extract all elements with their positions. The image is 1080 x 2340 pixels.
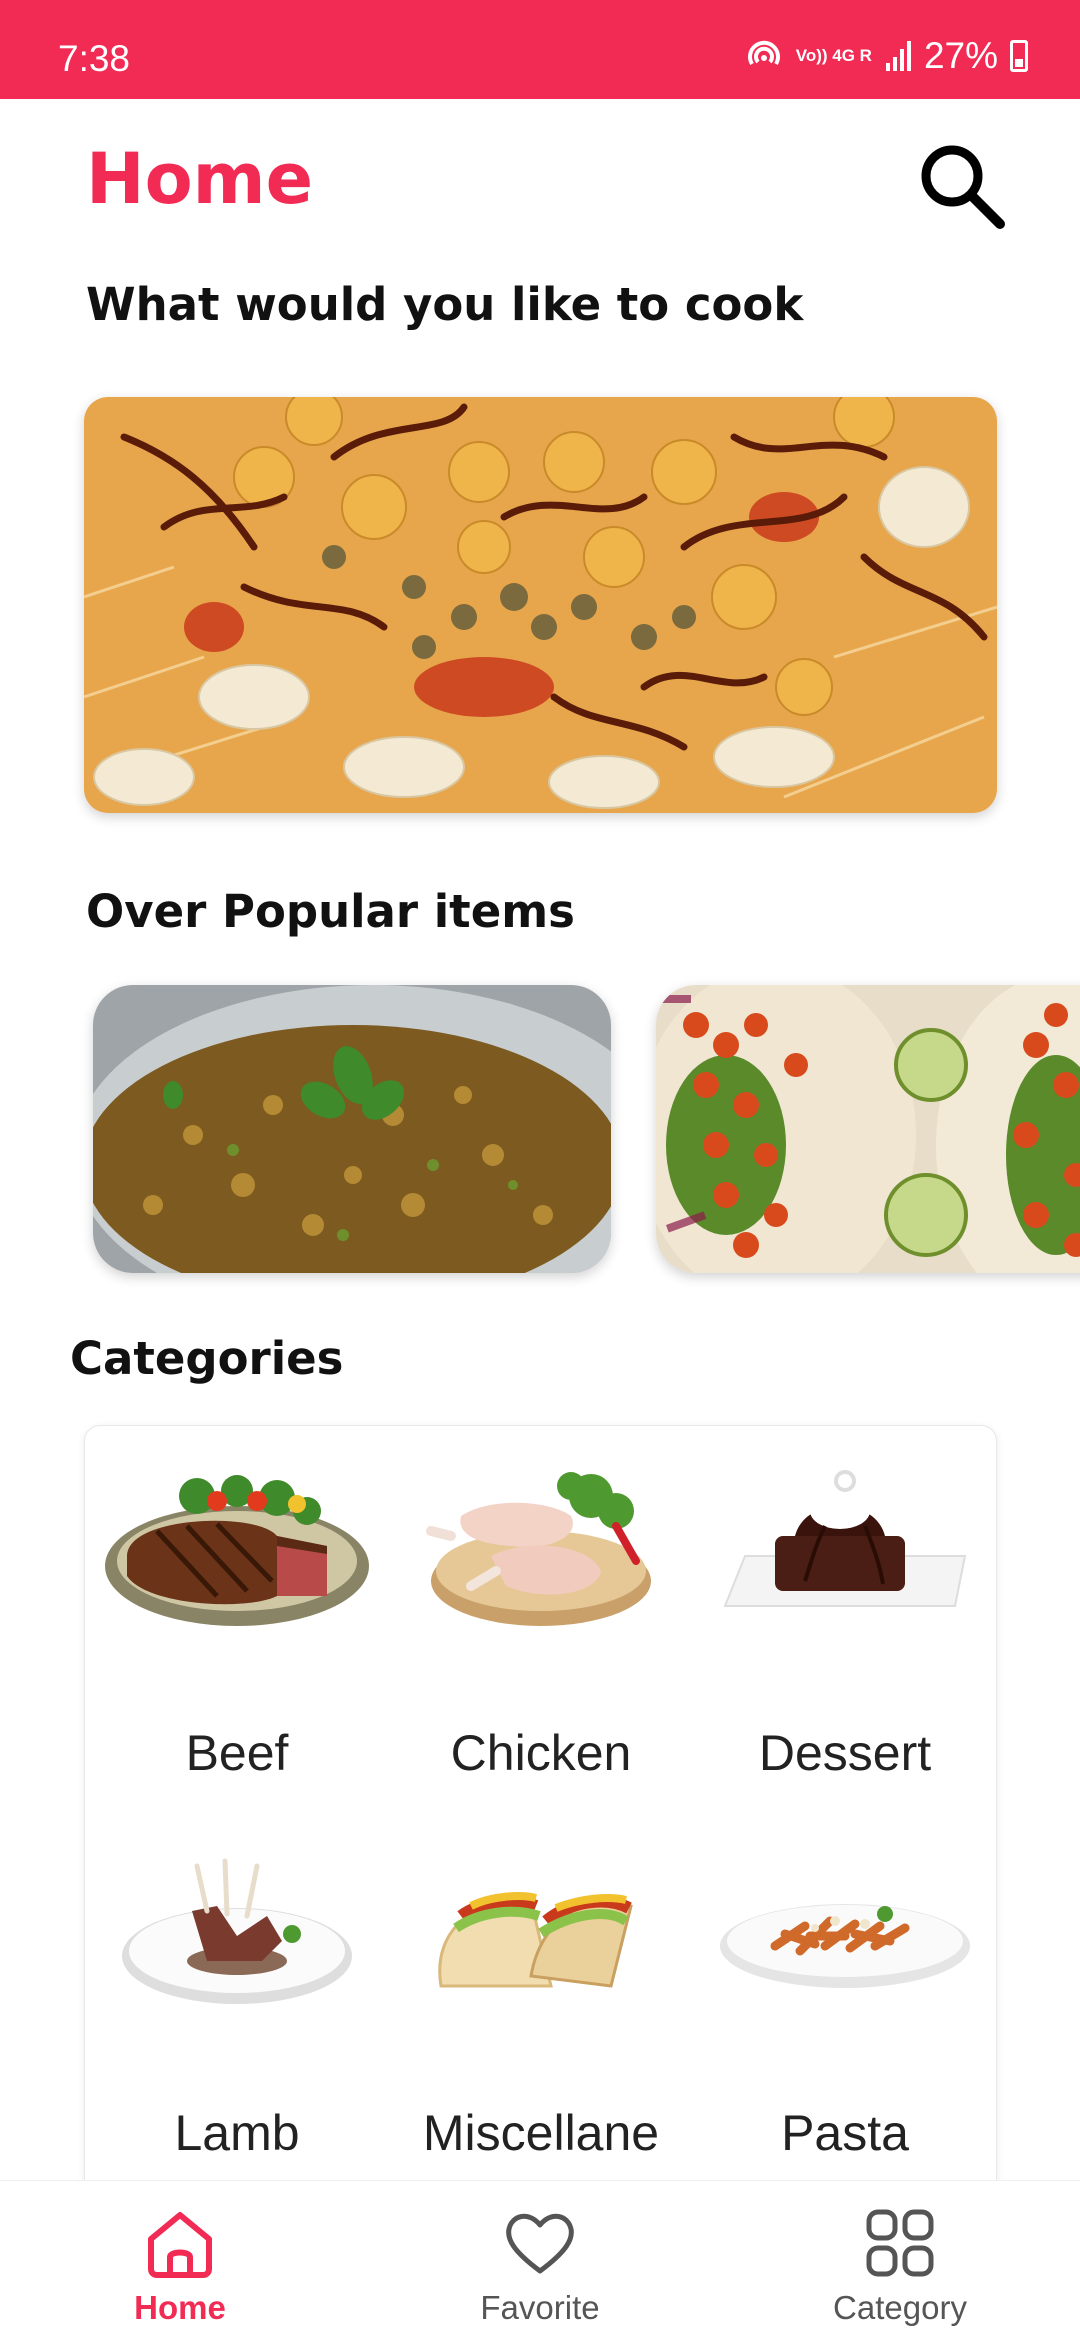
search-icon[interactable] bbox=[912, 136, 1012, 236]
category-dessert[interactable]: Dessert bbox=[693, 1426, 996, 1806]
status-bar: 7:38 Vo)) 4G R 27% bbox=[0, 0, 1080, 99]
beef-image bbox=[105, 1475, 369, 1626]
pasta-image bbox=[720, 1904, 970, 1988]
category-label: Chicken bbox=[450, 1725, 632, 1781]
category-miscellaneous[interactable]: Miscellane bbox=[389, 1806, 693, 2186]
nav-favorite[interactable]: Favorite bbox=[440, 2207, 640, 2327]
category-label: Beef bbox=[185, 1725, 289, 1781]
popular-item-card[interactable] bbox=[656, 985, 1080, 1273]
category-chicken[interactable]: Chicken bbox=[389, 1426, 693, 1806]
status-time: 7:38 bbox=[58, 38, 131, 79]
lamb-image bbox=[122, 1858, 352, 2004]
category-lamb[interactable]: Lamb bbox=[85, 1806, 389, 2186]
category-beef[interactable]: Beef bbox=[85, 1426, 389, 1806]
nav-favorite-label: Favorite bbox=[480, 2289, 600, 2326]
categories-grid: Beef Chicken Dessert Lamb Miscellane Pas… bbox=[84, 1425, 997, 2245]
nav-category-label: Category bbox=[833, 2289, 967, 2326]
home-icon bbox=[148, 2212, 212, 2278]
categories-heading: Categories bbox=[70, 1332, 344, 1385]
category-label: Lamb bbox=[174, 2105, 300, 2161]
popular-item-card[interactable] bbox=[93, 985, 611, 1273]
dessert-image bbox=[723, 1470, 967, 1607]
bottom-nav: Home Favorite Category bbox=[0, 2180, 1080, 2340]
miscellaneous-image bbox=[438, 1892, 633, 1988]
heart-icon bbox=[506, 2213, 574, 2274]
hotspot-icon bbox=[747, 40, 780, 66]
battery-icon bbox=[1010, 40, 1028, 72]
category-pasta[interactable]: Pasta bbox=[693, 1806, 996, 2186]
nav-home-label: Home bbox=[134, 2289, 226, 2326]
page-title: Home bbox=[86, 138, 314, 220]
nav-home[interactable]: Home bbox=[80, 2207, 280, 2327]
nav-category[interactable]: Category bbox=[800, 2207, 1000, 2327]
featured-meal-image[interactable] bbox=[84, 397, 997, 813]
category-label: Pasta bbox=[781, 2105, 909, 2161]
popular-heading: Over Popular items bbox=[86, 885, 575, 938]
network-indicator: Vo)) 4G R bbox=[795, 46, 872, 65]
status-icons: Vo)) 4G R 27% bbox=[744, 35, 1028, 76]
signal-icon bbox=[885, 41, 911, 71]
grid-icon bbox=[866, 2209, 934, 2277]
chicken-image bbox=[426, 1472, 651, 1626]
battery-percent: 27% bbox=[923, 35, 998, 76]
category-label: Miscellane bbox=[422, 2105, 660, 2161]
category-label: Dessert bbox=[758, 1725, 932, 1781]
cook-heading: What would you like to cook bbox=[86, 278, 804, 331]
